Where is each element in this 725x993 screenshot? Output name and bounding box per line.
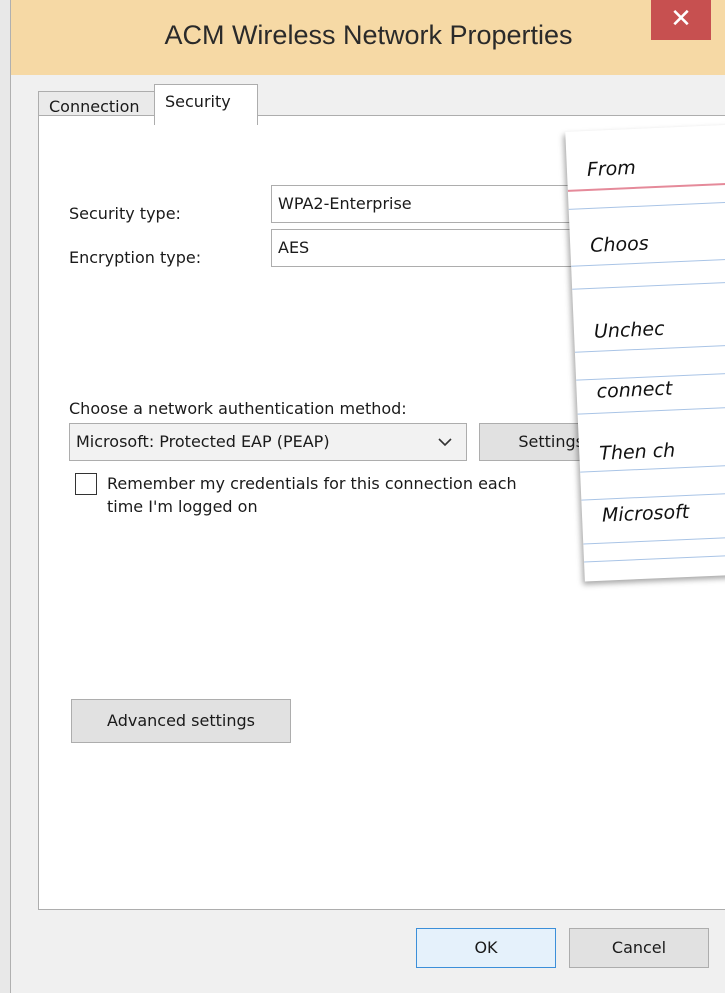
note-rule (572, 281, 725, 290)
close-icon: ✕ (670, 4, 692, 34)
tab-security[interactable]: Security (154, 84, 258, 125)
note-rule (568, 201, 725, 210)
remember-credentials-line-2: time I'm logged on (107, 497, 258, 516)
auth-method-dropdown[interactable]: Microsoft: Protected EAP (PEAP) (69, 423, 467, 461)
note-rule (583, 536, 725, 545)
ok-button[interactable]: OK (416, 928, 556, 968)
remember-credentials-label: Remember my credentials for this connect… (107, 472, 517, 518)
advanced-settings-button[interactable]: Advanced settings (71, 699, 291, 743)
security-type-label: Security type: (69, 204, 181, 223)
cancel-button[interactable]: Cancel (569, 928, 709, 968)
note-line-2: Choos (589, 232, 650, 257)
note-rule (567, 182, 725, 192)
encryption-type-value: AES (278, 238, 310, 257)
instruction-note-overlay: From Choos Unchec connect Then ch Micros… (565, 124, 725, 582)
auth-method-value: Microsoft: Protected EAP (PEAP) (76, 432, 330, 451)
note-line-3: Unchec (593, 317, 666, 343)
note-rule (581, 492, 725, 501)
note-rule (580, 464, 725, 473)
security-type-value: WPA2-Enterprise (278, 194, 412, 213)
note-line-6: Microsoft (601, 500, 690, 527)
encryption-type-label: Encryption type: (69, 248, 202, 267)
remember-credentials-checkbox[interactable] (75, 473, 97, 495)
remember-credentials-line-1: Remember my credentials for this connect… (107, 474, 517, 493)
note-rule (584, 554, 725, 563)
security-type-dropdown[interactable]: WPA2-Enterprise (271, 185, 611, 223)
encryption-type-dropdown[interactable]: AES (271, 229, 611, 267)
title-bar[interactable]: ACM Wireless Network Properties ✕ (11, 0, 725, 75)
close-button[interactable]: ✕ (651, 0, 711, 40)
note-rule (577, 406, 725, 415)
window-title: ACM Wireless Network Properties (164, 20, 573, 50)
note-line-4: connect (596, 377, 673, 403)
note-rule (571, 258, 725, 267)
auth-method-label: Choose a network authentication method: (69, 399, 407, 418)
chevron-down-icon (438, 438, 452, 447)
note-rule (574, 344, 725, 353)
note-line-1: From (586, 156, 637, 182)
note-line-5: Then ch (598, 439, 676, 465)
